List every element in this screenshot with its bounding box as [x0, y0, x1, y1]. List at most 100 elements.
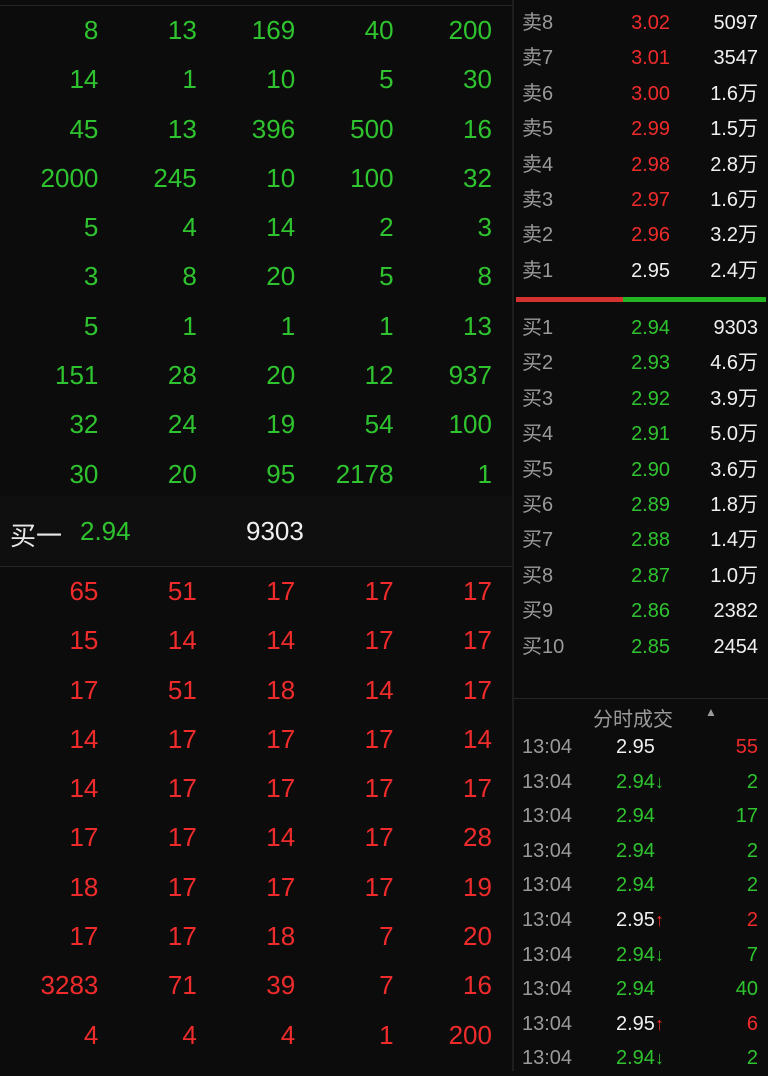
queue-cell: 16	[463, 970, 492, 1001]
trade-price-wrap: 2.94	[616, 972, 655, 1006]
order-level-label: 卖5	[522, 118, 554, 141]
trade-row: 13:04 2.94↓ 7	[514, 938, 768, 973]
queue-cell: 17	[364, 822, 394, 853]
order-volume: 5097	[713, 12, 759, 34]
order-price: 2.99	[631, 118, 670, 141]
trade-volume: 2	[746, 839, 758, 862]
order-level-label: 买1	[522, 317, 554, 339]
queue-cell: 17	[266, 871, 296, 902]
order-level-label: 买4	[522, 423, 554, 446]
trade-price-wrap: 2.94↓	[616, 765, 664, 799]
ask-ratio-segment	[516, 297, 623, 302]
trade-volume: 2	[746, 770, 758, 793]
queue-cell: 32	[463, 162, 492, 193]
buy-order-row[interactable]: 买4 2.91 5.0万	[514, 417, 768, 452]
queue-cell: 14	[266, 212, 296, 243]
trade-time: 13:04	[522, 909, 573, 931]
trade-price-wrap: 2.95↑	[616, 1007, 664, 1041]
order-price: 3.01	[631, 47, 670, 70]
buy-order-row[interactable]: 买6 2.89 1.8万	[514, 488, 768, 523]
order-price: 2.97	[631, 189, 670, 211]
buy-order-row[interactable]: 买8 2.87 1.0万	[514, 559, 768, 594]
queue-cell: 19	[463, 871, 492, 902]
trade-price-wrap: 2.94	[616, 834, 655, 868]
sell-order-row[interactable]: 卖5 2.99 1.5万	[514, 112, 768, 147]
trade-price-wrap: 2.94	[616, 799, 655, 833]
queue-cell: 54	[364, 409, 394, 440]
queue-cell: 20	[167, 458, 197, 489]
trade-time: 13:04	[522, 943, 573, 966]
queue-cell: 13	[167, 113, 197, 144]
order-level-label: 买3	[522, 387, 554, 410]
queue-cell: 17	[167, 822, 197, 853]
order-volume: 3.9万	[710, 387, 758, 410]
queue-cell: 28	[463, 822, 492, 853]
order-level-label: 买7	[522, 529, 554, 552]
buy-order-row[interactable]: 买3 2.92 3.9万	[514, 382, 768, 417]
sell-order-row[interactable]: 卖8 3.02 5097	[514, 6, 768, 41]
queue-cell: 17	[364, 576, 394, 606]
order-volume: 9303	[713, 317, 759, 339]
queue-cell: 17	[69, 674, 99, 705]
order-volume: 3547	[713, 47, 759, 70]
queue-cell: 20	[266, 261, 296, 292]
sell-order-row[interactable]: 卖7 3.01 3547	[514, 41, 768, 76]
queue-cell: 17	[364, 871, 394, 902]
queue-cell: 16	[463, 113, 492, 144]
buy-order-row[interactable]: 买5 2.90 3.6万	[514, 453, 768, 488]
buy-one-bar[interactable]: 买一 2.94 9303	[0, 496, 512, 567]
queue-cell: 14	[69, 773, 99, 804]
trade-price: 2.94	[616, 770, 655, 793]
queue-cell: 4	[83, 1019, 99, 1050]
order-price: 2.93	[631, 352, 670, 375]
sell-order-row[interactable]: 卖6 3.00 1.6万	[514, 77, 768, 112]
bid-ratio-segment	[623, 297, 766, 302]
trade-price: 2.94	[616, 805, 655, 828]
sell-order-row[interactable]: 卖4 2.98 2.8万	[514, 148, 768, 183]
buy-order-row[interactable]: 买9 2.86 2382	[514, 594, 768, 629]
order-volume: 2.8万	[710, 153, 758, 176]
queue-row: 14 17 17 17 17	[0, 764, 512, 813]
sell-order-row[interactable]: 卖2 2.96 3.2万	[514, 218, 768, 253]
order-price: 2.90	[631, 458, 670, 481]
trade-volume: 6	[746, 1012, 758, 1035]
queue-cell: 3	[83, 261, 99, 292]
order-level-label: 卖2	[522, 224, 554, 247]
buy-order-row[interactable]: 买7 2.88 1.4万	[514, 523, 768, 558]
queue-cell: 17	[266, 723, 296, 754]
trade-price-wrap: 2.94	[616, 868, 655, 902]
queue-cell: 1	[379, 310, 394, 341]
queue-cell: 3	[477, 212, 492, 243]
trade-volume: 7	[746, 943, 758, 966]
caret-up-icon[interactable]: ▲	[705, 705, 717, 719]
order-price: 2.85	[631, 635, 670, 658]
buy-order-row[interactable]: 买10 2.85 2454	[514, 630, 768, 665]
queue-cell: 4	[182, 212, 197, 243]
buy-order-row[interactable]: 买1 2.94 9303	[514, 311, 768, 346]
queue-cell: 100	[448, 409, 492, 440]
arrow-up-icon: ↑	[654, 1013, 664, 1034]
buy-order-row[interactable]: 买2 2.93 4.6万	[514, 346, 768, 381]
arrow-down-icon: ↓	[654, 771, 664, 792]
queue-cell: 2178	[335, 458, 394, 489]
queue-cell: 4	[182, 1019, 197, 1050]
sell-order-row[interactable]: 卖1 2.95 2.4万	[514, 254, 768, 289]
queue-row: 5 4 14 2 3	[0, 203, 512, 252]
queue-cell: 20	[463, 921, 492, 952]
queue-row: 3 8 20 5 8	[0, 252, 512, 301]
trade-time: 13:04	[522, 1012, 573, 1035]
queue-row: 3283 71 39 7 16	[0, 961, 512, 1010]
queue-cell: 17	[463, 625, 492, 656]
queue-cell: 8	[182, 261, 197, 292]
queue-cell: 13	[463, 310, 492, 341]
trade-row: 13:04 2.94 40	[514, 972, 768, 1007]
sell-order-row[interactable]: 卖3 2.97 1.6万	[514, 183, 768, 218]
order-level-label: 卖8	[522, 12, 554, 34]
queue-cell: 65	[69, 576, 99, 606]
order-price: 2.98	[631, 153, 670, 176]
queue-row: 17 17 18 7 20	[0, 912, 512, 961]
trade-time: 13:04	[522, 839, 573, 862]
order-level-label: 买8	[522, 564, 554, 587]
queue-cell: 1	[182, 64, 197, 95]
queue-cell: 14	[266, 822, 296, 853]
